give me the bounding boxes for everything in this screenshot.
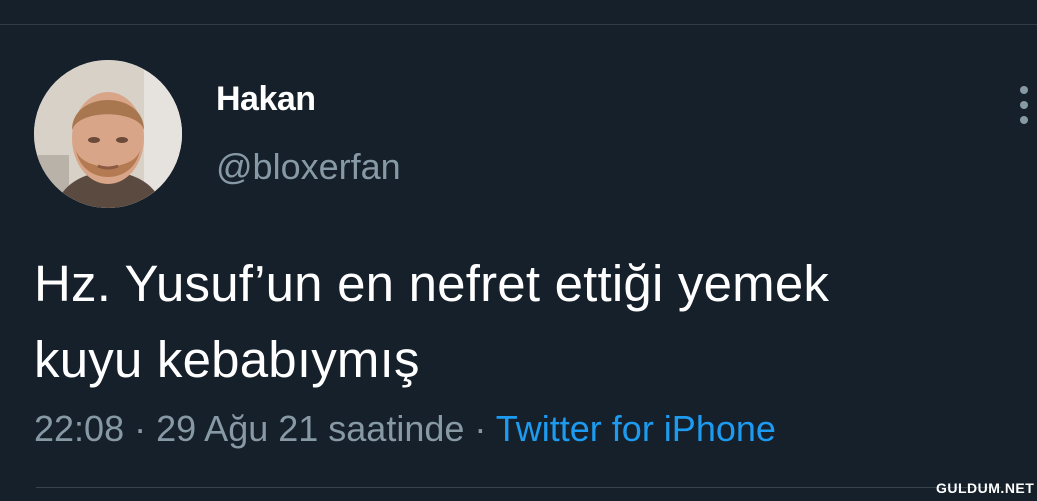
tweet-text: Hz. Yusuf’un en nefret ettiği yemek kuyu… xyxy=(34,246,1014,398)
tweet-time[interactable]: 22:08 xyxy=(34,408,124,449)
more-vertical-icon[interactable] xyxy=(1012,84,1036,126)
user-handle[interactable]: @bloxerfan xyxy=(216,146,401,188)
top-divider xyxy=(0,24,1037,25)
avatar[interactable] xyxy=(34,60,182,208)
bottom-divider xyxy=(36,487,1001,488)
tweet-meta: 22:08 · 29 Ağu 21 saatinde · Twitter for… xyxy=(34,408,776,450)
more-dot xyxy=(1020,116,1028,124)
tweet-date[interactable]: 29 Ağu 21 saatinde xyxy=(156,408,464,449)
tweet-source-link[interactable]: Twitter for iPhone xyxy=(496,408,776,449)
meta-separator: · xyxy=(474,408,487,449)
watermark: GULDUM.NET xyxy=(936,480,1035,496)
display-name[interactable]: Hakan xyxy=(216,80,316,119)
tweet-text-line: kuyu kebabıymış xyxy=(34,331,420,388)
more-dot xyxy=(1020,101,1028,109)
meta-separator: · xyxy=(134,408,147,449)
profile-photo-icon xyxy=(34,60,182,208)
tweet-text-line: Hz. Yusuf’un en nefret ettiği yemek xyxy=(34,255,830,312)
more-dot xyxy=(1020,86,1028,94)
